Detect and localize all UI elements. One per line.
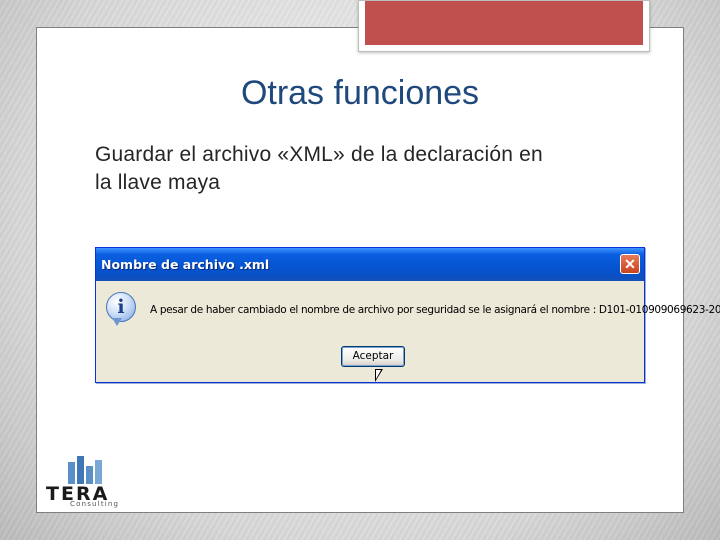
info-icon-tail: [112, 318, 122, 326]
body-line-2: la llave maya: [95, 171, 221, 194]
accent-fill: [365, 1, 643, 45]
dialog-titlebar[interactable]: Nombre de archivo .xml ✕: [96, 248, 644, 281]
dialog-title: Nombre de archivo .xml: [101, 257, 270, 272]
logo-bars-icon: [68, 456, 102, 484]
accent-banner: [358, 0, 650, 52]
close-button[interactable]: ✕: [620, 254, 640, 274]
close-icon: ✕: [624, 256, 636, 272]
message-dialog: Nombre de archivo .xml ✕ i A pesar de ha…: [95, 247, 720, 383]
info-icon-glyph: i: [117, 296, 125, 318]
slide-title: Otras funciones: [240, 74, 480, 112]
tera-logo: TERA Consulting: [46, 456, 126, 512]
mouse-cursor-icon: [375, 369, 383, 382]
logo-subtitle: Consulting: [70, 500, 120, 508]
body-line-1: Guardar el archivo «XML» de la declaraci…: [95, 143, 543, 166]
slide-body: Guardar el archivo «XML» de la declaraci…: [95, 141, 635, 197]
accept-button[interactable]: Aceptar: [341, 346, 405, 367]
dialog-message: A pesar de haber cambiado el nombre de a…: [150, 304, 720, 316]
